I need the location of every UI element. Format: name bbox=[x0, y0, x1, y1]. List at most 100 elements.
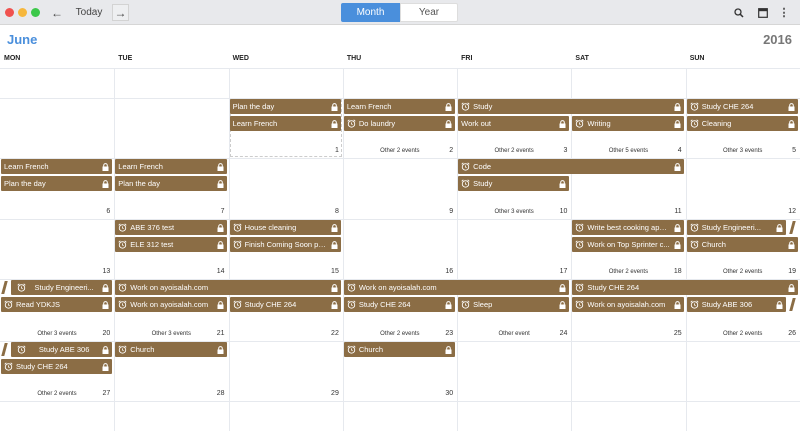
day-number[interactable]: 14 bbox=[205, 268, 225, 275]
calendar-event[interactable]: Code bbox=[458, 159, 684, 174]
calendar-event[interactable]: Work on Top Sprinter c... bbox=[572, 237, 684, 252]
calendar-event[interactable]: Plan the day bbox=[115, 176, 227, 191]
lock-icon bbox=[442, 345, 452, 354]
day-number[interactable]: 12 bbox=[776, 208, 796, 215]
calendar-event[interactable]: Work on ayoisalah.com bbox=[115, 280, 341, 295]
day-number[interactable]: 1 bbox=[319, 147, 339, 154]
calendar-event[interactable]: Plan the day bbox=[229, 99, 341, 114]
other-events-link[interactable]: Other 3 events bbox=[0, 331, 114, 337]
day-number[interactable]: 22 bbox=[319, 330, 339, 337]
alarm-clock-icon bbox=[461, 300, 473, 309]
other-events-link[interactable]: Other 3 events bbox=[457, 209, 571, 215]
other-events-link[interactable]: Other 2 events bbox=[0, 391, 114, 397]
day-number[interactable]: 30 bbox=[433, 390, 453, 397]
day-number[interactable]: 29 bbox=[319, 390, 339, 397]
minimize-window-button[interactable] bbox=[18, 8, 27, 17]
day-number[interactable]: 11 bbox=[662, 208, 681, 215]
calendar-event[interactable]: Writing bbox=[572, 116, 684, 131]
other-events-link[interactable]: Other 2 events bbox=[343, 148, 457, 154]
maximize-window-button[interactable] bbox=[31, 8, 40, 17]
event-title: Study ABE 306 bbox=[38, 345, 90, 354]
calendar-event[interactable]: ABE 376 test bbox=[115, 220, 227, 235]
event-title: Church bbox=[130, 345, 155, 354]
calendar-event[interactable]: Learn French bbox=[229, 116, 341, 131]
calendar-event[interactable]: Work on ayoisalah.com bbox=[572, 297, 684, 312]
day-number[interactable]: 28 bbox=[205, 390, 225, 397]
day-number[interactable]: 25 bbox=[662, 330, 682, 337]
other-events-link[interactable]: Other 2 events bbox=[686, 269, 800, 275]
day-number[interactable]: 15 bbox=[319, 268, 339, 275]
tab-month[interactable]: Month bbox=[341, 3, 400, 22]
calendar-event[interactable]: Cleaning bbox=[686, 116, 798, 131]
other-events-link[interactable]: Other 3 events bbox=[686, 148, 800, 154]
event-title: Learn French bbox=[4, 162, 49, 171]
calendar-event[interactable]: Study ABE 306 bbox=[686, 297, 786, 312]
previous-arrow-icon[interactable]: ← bbox=[49, 4, 65, 21]
other-events-link[interactable]: Other event bbox=[457, 331, 571, 337]
calendar-event[interactable]: Plan the day bbox=[1, 176, 113, 191]
calendar-event[interactable]: Church bbox=[343, 342, 456, 357]
calendar-event[interactable]: Study CHE 264 bbox=[229, 297, 341, 312]
day-number[interactable]: 13 bbox=[90, 268, 110, 275]
tab-year[interactable]: Year bbox=[400, 3, 458, 22]
other-events-link[interactable]: Other 2 events bbox=[457, 148, 571, 154]
calendar-event[interactable]: Study Engineeri... bbox=[686, 220, 786, 235]
day-number[interactable]: 16 bbox=[433, 268, 453, 275]
calendar-event[interactable]: Work on ayoisalah.com bbox=[343, 280, 570, 295]
calendar-event[interactable]: Do laundry bbox=[343, 116, 456, 131]
calendar-event[interactable]: Study Engineeri... bbox=[11, 280, 113, 295]
other-events-link[interactable]: Other 5 events bbox=[571, 148, 685, 154]
toolbar: ← Today → Month Year ⋮ bbox=[0, 0, 800, 25]
day-number[interactable]: 17 bbox=[547, 268, 568, 275]
event-title: Learn French bbox=[232, 119, 278, 128]
calendar-event[interactable]: Study CHE 264 bbox=[1, 359, 113, 374]
calendar-event[interactable]: Finish Coming Soon page bbox=[229, 237, 341, 252]
alarm-clock-icon bbox=[461, 179, 473, 188]
day-number[interactable]: 7 bbox=[205, 208, 225, 215]
calendar-event[interactable]: Write best cooking apps... bbox=[572, 220, 684, 235]
other-events-link[interactable]: Other 3 events bbox=[114, 331, 228, 337]
calendar-event[interactable]: Learn French bbox=[115, 159, 227, 174]
weekday-header: MON bbox=[4, 55, 21, 62]
other-events-link[interactable]: Other 2 events bbox=[343, 331, 457, 337]
alarm-clock-icon bbox=[232, 223, 245, 232]
calendar-event[interactable]: Study CHE 264 bbox=[572, 280, 798, 295]
calendar-event[interactable]: Study CHE 264 bbox=[343, 297, 456, 312]
lock-icon bbox=[671, 162, 681, 171]
lock-icon bbox=[99, 300, 109, 309]
calendar-event[interactable]: Study CHE 264 bbox=[686, 99, 798, 114]
other-events-link[interactable]: Other 2 events bbox=[571, 269, 685, 275]
calendar-event[interactable]: ELE 312 test bbox=[115, 237, 227, 252]
event-title: Study CHE 264 bbox=[16, 362, 68, 371]
next-arrow-icon[interactable]: → bbox=[112, 4, 129, 21]
calendar-event[interactable]: Study bbox=[458, 99, 684, 114]
calendar-event[interactable]: Work on ayoisalah.com bbox=[115, 297, 227, 312]
weekday-header: WED bbox=[232, 55, 249, 62]
today-button[interactable]: Today bbox=[72, 4, 106, 21]
event-title: Church bbox=[358, 345, 384, 354]
calendar-event[interactable]: Church bbox=[686, 237, 798, 252]
other-events-link[interactable]: Other 2 events bbox=[686, 331, 800, 337]
day-number[interactable]: 9 bbox=[433, 208, 453, 215]
event-title: Work on ayoisalah.com bbox=[587, 300, 666, 309]
calendar-event[interactable]: Study bbox=[458, 176, 570, 191]
calendar-event[interactable]: Read YDKJS bbox=[1, 297, 113, 312]
continued-left-marker bbox=[1, 343, 8, 356]
alarm-clock-icon bbox=[575, 283, 587, 292]
more-options-icon[interactable]: ⋮ bbox=[779, 4, 790, 21]
calendar-view-icon[interactable] bbox=[756, 4, 770, 21]
calendar-event[interactable]: Study ABE 306 bbox=[11, 342, 113, 357]
calendar-event[interactable]: Church bbox=[115, 342, 227, 357]
close-window-button[interactable] bbox=[5, 8, 14, 17]
day-number[interactable]: 6 bbox=[90, 208, 110, 215]
lock-icon bbox=[214, 345, 224, 354]
calendar-event[interactable]: Learn French bbox=[343, 99, 456, 114]
calendar-event[interactable]: Sleep bbox=[458, 297, 570, 312]
alarm-clock-icon bbox=[690, 223, 702, 232]
calendar-event[interactable]: Work out bbox=[458, 116, 570, 131]
day-number[interactable]: 8 bbox=[319, 208, 339, 215]
alarm-clock-icon bbox=[232, 240, 245, 249]
search-icon[interactable] bbox=[732, 4, 746, 21]
calendar-event[interactable]: House cleaning bbox=[229, 220, 341, 235]
calendar-event[interactable]: Learn French bbox=[1, 159, 113, 174]
